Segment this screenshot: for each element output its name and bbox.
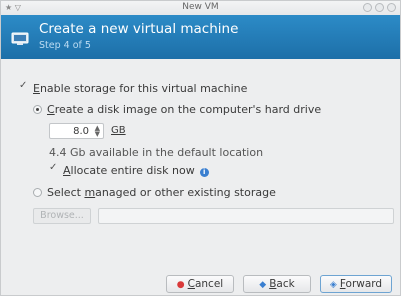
select-existing-storage-radio[interactable]: Select managed or other existing storage <box>33 186 276 199</box>
disk-size-unit: GB <box>111 125 126 136</box>
radio-unselected-icon <box>33 188 42 197</box>
maximize-button[interactable] <box>375 3 384 12</box>
select-storage-pre: Select <box>47 186 85 199</box>
new-vm-dialog: ★ ▽ New VM Create a new virtual machine … <box>0 0 401 296</box>
checkmark-icon <box>49 162 59 175</box>
cancel-icon: ● <box>176 280 185 290</box>
select-storage-mnemonic: m <box>84 186 96 199</box>
allocate-disk-checkbox[interactable]: Allocate entire disk now i <box>49 162 209 177</box>
create-disk-label: reate a disk image on the computer's har… <box>54 103 322 116</box>
info-icon[interactable]: i <box>199 168 209 177</box>
forward-button[interactable]: ◈ Forward <box>320 275 392 293</box>
storage-path-input[interactable] <box>98 208 394 224</box>
spin-arrows-icon[interactable]: ▲ ▼ <box>95 125 100 138</box>
available-space-text: 4.4 Gb available in the default location <box>49 146 264 159</box>
enable-storage-mnemonic: E <box>33 82 40 95</box>
radio-selected-icon <box>33 105 42 114</box>
wizard-title: Create a new virtual machine <box>39 21 239 37</box>
window-title: New VM <box>182 2 219 12</box>
forward-label: orward <box>345 278 383 290</box>
window-controls <box>363 3 396 12</box>
minimize-button[interactable] <box>363 3 372 12</box>
computer-monitor-icon <box>11 32 29 45</box>
back-label: ack <box>276 278 295 290</box>
create-disk-radio[interactable]: Create a disk image on the computer's ha… <box>33 103 321 116</box>
disk-size-spinbox[interactable]: 8.0 ▲ ▼ <box>49 123 104 139</box>
forward-arrow-icon: ◈ <box>329 280 337 290</box>
title-bar[interactable]: ★ ▽ New VM <box>1 1 400 15</box>
enable-storage-label: nable storage for this virtual machine <box>39 82 248 95</box>
wizard-banner: Create a new virtual machine Step 4 of 5 <box>1 15 400 59</box>
close-button[interactable] <box>387 3 396 12</box>
wizard-step: Step 4 of 5 <box>39 40 91 51</box>
allocate-mnemonic: A <box>63 164 71 177</box>
allocate-label: llocate entire disk now <box>70 164 195 177</box>
cancel-button[interactable]: ● Cancel <box>166 275 234 293</box>
cancel-mnemonic: C <box>187 278 195 290</box>
disk-size-value: 8.0 <box>73 126 89 137</box>
checkmark-icon <box>19 80 29 93</box>
select-storage-label: anaged or other existing storage <box>95 186 276 199</box>
back-button[interactable]: ◆ Back <box>243 275 311 293</box>
enable-storage-checkbox[interactable]: Enable storage for this virtual machine <box>19 80 248 95</box>
cancel-label: ancel <box>194 278 224 290</box>
back-arrow-icon: ◆ <box>259 280 267 290</box>
create-disk-mnemonic: C <box>47 103 55 116</box>
browse-button[interactable]: Browse... <box>33 208 91 224</box>
